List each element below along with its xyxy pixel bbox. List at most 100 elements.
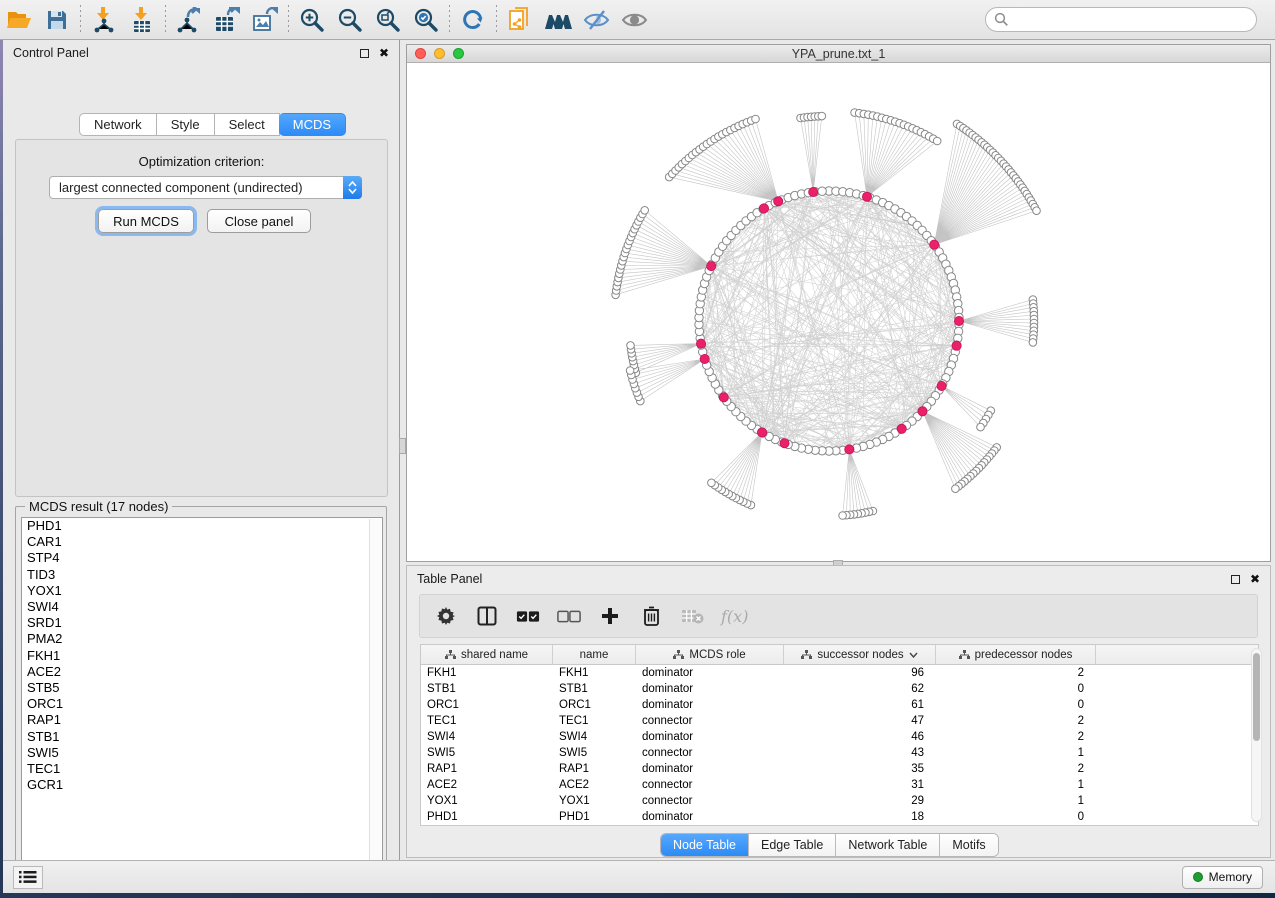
mcds-node[interactable] (780, 439, 789, 448)
hide-selected-icon[interactable] (577, 3, 615, 37)
tab-motifs[interactable]: Motifs (940, 834, 997, 856)
close-panel-icon[interactable]: ✖ (1250, 573, 1260, 585)
table-cell[interactable]: ACE2 (421, 777, 553, 793)
memory-button[interactable]: Memory (1182, 866, 1263, 889)
table-cell[interactable]: 1 (936, 793, 1096, 809)
table-cell[interactable]: connector (636, 793, 784, 809)
mcds-result-item[interactable]: YOX1 (22, 583, 382, 599)
mcds-result-item[interactable]: CAR1 (22, 534, 382, 550)
mcds-result-item[interactable]: SWI5 (22, 745, 382, 761)
table-cell[interactable]: ORC1 (553, 697, 636, 713)
network-node[interactable] (641, 207, 649, 215)
table-cell[interactable]: PHD1 (553, 809, 636, 825)
tab-select[interactable]: Select (215, 113, 280, 136)
table-cell[interactable]: connector (636, 745, 784, 761)
float-panel-icon[interactable] (360, 49, 369, 58)
zoom-fit-icon[interactable] (369, 3, 407, 37)
table-cell[interactable]: STB1 (421, 681, 553, 697)
close-panel-button[interactable]: Close panel (207, 209, 311, 233)
column-header-predecessor-nodes[interactable]: predecessor nodes (936, 645, 1096, 665)
table-cell[interactable]: 2 (936, 713, 1096, 729)
table-cell[interactable]: SWI5 (421, 745, 553, 761)
tab-style[interactable]: Style (157, 113, 215, 136)
tab-edge-table[interactable]: Edge Table (749, 834, 836, 856)
mcds-result-item[interactable]: STB5 (22, 680, 382, 696)
column-header-successor-nodes[interactable]: successor nodes (784, 645, 936, 665)
column-header-mcds-role[interactable]: MCDS role (636, 645, 784, 665)
table-cell[interactable]: 62 (784, 681, 936, 697)
table-cell[interactable]: connector (636, 713, 784, 729)
mcds-node[interactable] (809, 187, 818, 196)
mcds-node[interactable] (930, 240, 939, 249)
table-cell[interactable]: YOX1 (553, 793, 636, 809)
mcds-result-item[interactable]: PMA2 (22, 631, 382, 647)
table-settings-gear-icon[interactable] (434, 604, 458, 628)
mcds-node[interactable] (707, 262, 716, 271)
export-network-icon[interactable] (170, 3, 208, 37)
mcds-result-item[interactable]: PHD1 (22, 518, 382, 534)
network-node[interactable] (977, 423, 985, 431)
export-image-icon[interactable] (246, 3, 284, 37)
table-cell[interactable]: connector (636, 777, 784, 793)
table-cell[interactable]: 29 (784, 793, 936, 809)
network-node[interactable] (839, 512, 847, 520)
table-cell[interactable]: 43 (784, 745, 936, 761)
show-all-icon[interactable] (615, 3, 653, 37)
task-history-button[interactable] (13, 866, 43, 889)
mcds-node[interactable] (757, 428, 766, 437)
network-node[interactable] (933, 137, 941, 145)
table-cell[interactable]: 2 (936, 761, 1096, 777)
mcds-list-scrollbar[interactable] (369, 519, 381, 873)
mcds-result-item[interactable]: GCR1 (22, 777, 382, 793)
table-cell[interactable]: 1 (936, 745, 1096, 761)
table-cell[interactable]: 47 (784, 713, 936, 729)
table-cell[interactable]: 96 (784, 665, 936, 681)
mcds-node[interactable] (937, 381, 946, 390)
table-cell[interactable]: 2 (936, 729, 1096, 745)
zoom-selected-icon[interactable] (407, 3, 445, 37)
float-panel-icon[interactable] (1231, 575, 1240, 584)
close-panel-icon[interactable]: ✖ (379, 47, 389, 59)
table-cell[interactable]: ACE2 (553, 777, 636, 793)
mcds-result-item[interactable]: STP4 (22, 550, 382, 566)
table-cell[interactable]: SWI4 (553, 729, 636, 745)
mcds-result-item[interactable]: TEC1 (22, 761, 382, 777)
vertical-split-handle[interactable] (399, 438, 406, 454)
mcds-node[interactable] (897, 424, 906, 433)
table-cell[interactable]: dominator (636, 729, 784, 745)
network-node[interactable] (1033, 207, 1041, 215)
table-cell[interactable]: 2 (936, 665, 1096, 681)
criterion-select[interactable]: largest connected component (undirected) (49, 176, 362, 199)
table-cell[interactable]: TEC1 (421, 713, 553, 729)
table-cell[interactable]: 31 (784, 777, 936, 793)
open-file-icon[interactable] (0, 3, 38, 37)
delete-column-icon[interactable] (639, 604, 663, 628)
mcds-node[interactable] (862, 192, 871, 201)
mcds-result-item[interactable]: FKH1 (22, 648, 382, 664)
table-scrollbar[interactable] (1251, 648, 1262, 822)
mcds-node[interactable] (696, 339, 705, 348)
table-cell[interactable]: 18 (784, 809, 936, 825)
network-node[interactable] (818, 187, 826, 195)
table-cell[interactable]: dominator (636, 665, 784, 681)
select-all-columns-icon[interactable] (516, 604, 540, 628)
table-cell[interactable]: FKH1 (553, 665, 636, 681)
mcds-result-item[interactable]: TID3 (22, 567, 382, 583)
table-cell[interactable]: SWI4 (421, 729, 553, 745)
table-cell[interactable]: YOX1 (421, 793, 553, 809)
table-cell[interactable]: SWI5 (553, 745, 636, 761)
mcds-result-item[interactable]: SWI4 (22, 599, 382, 615)
table-cell[interactable]: RAP1 (421, 761, 553, 777)
export-table-icon[interactable] (208, 3, 246, 37)
tab-network-table[interactable]: Network Table (836, 834, 940, 856)
new-network-from-selection-icon[interactable] (501, 3, 539, 37)
network-canvas[interactable] (407, 63, 1270, 561)
table-cell[interactable]: 35 (784, 761, 936, 777)
table-cell[interactable]: 0 (936, 681, 1096, 697)
network-node[interactable] (952, 485, 960, 493)
show-column-panel-icon[interactable] (475, 604, 499, 628)
mcds-result-item[interactable]: ORC1 (22, 696, 382, 712)
refresh-icon[interactable] (454, 3, 492, 37)
table-cell[interactable]: STB1 (553, 681, 636, 697)
zoom-out-icon[interactable] (331, 3, 369, 37)
